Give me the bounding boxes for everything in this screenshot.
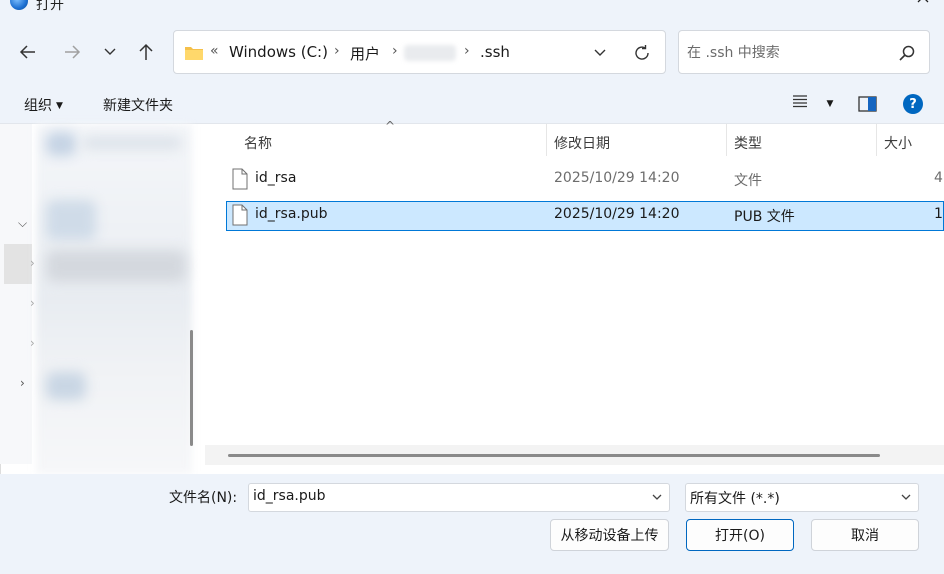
file-name: id_rsa.pub	[255, 206, 328, 222]
caret-down-icon: ▼	[826, 99, 834, 109]
window-title: 打开	[36, 0, 64, 13]
redacted-nav-item	[46, 250, 186, 282]
help-icon[interactable]: ?	[903, 94, 923, 114]
chevron-right-icon[interactable]: ›	[30, 336, 35, 350]
file-row-selected[interactable]: id_rsa.pub 2025/10/29 14:20 PUB 文件 1	[226, 201, 944, 231]
preview-pane-icon[interactable]	[858, 96, 877, 112]
command-bar: 组织 ▼ 新建文件夹 ▼ ?	[0, 84, 944, 124]
filename-value[interactable]: id_rsa.pub	[253, 488, 326, 504]
column-divider[interactable]	[546, 124, 547, 156]
file-date-modified: 2025/10/29 14:20	[554, 206, 680, 222]
cancel-button[interactable]: 取消	[811, 519, 919, 551]
back-button[interactable]	[14, 38, 42, 66]
overflow-indicator[interactable]: «	[210, 43, 219, 59]
arrow-left-icon	[19, 45, 35, 59]
column-divider[interactable]	[726, 124, 727, 156]
filename-field[interactable]: id_rsa.pub	[248, 483, 670, 512]
column-header-date-modified[interactable]: 修改日期	[554, 133, 610, 153]
search-box[interactable]	[678, 30, 930, 74]
breadcrumb-separator[interactable]: ›	[392, 43, 398, 59]
chevron-right-icon[interactable]: ›	[20, 376, 25, 390]
breadcrumb-ssh[interactable]: .ssh	[480, 43, 510, 61]
up-button[interactable]	[132, 38, 160, 66]
file-type: PUB 文件	[734, 209, 795, 225]
address-history-button[interactable]	[588, 41, 612, 65]
file-icon	[232, 168, 248, 190]
column-divider[interactable]	[876, 124, 877, 156]
horizontal-scrollbar-thumb[interactable]	[228, 454, 880, 457]
file-type: 文件	[734, 173, 762, 189]
close-icon[interactable]	[912, 0, 934, 10]
breadcrumb-users[interactable]: 用户	[350, 43, 380, 64]
chevron-down-icon	[901, 494, 911, 500]
breadcrumb-separator[interactable]: ›	[464, 43, 470, 59]
breadcrumb-drive[interactable]: Windows (C:)	[229, 43, 328, 61]
file-name: id_rsa	[255, 170, 297, 186]
folder-icon	[185, 47, 203, 60]
navigation-pane-gutter	[0, 124, 32, 464]
upload-from-mobile-button[interactable]: 从移动设备上传	[550, 519, 669, 551]
redacted-nav-item	[46, 132, 76, 156]
chevron-right-icon[interactable]: ›	[30, 256, 35, 270]
column-header-name[interactable]: 名称	[244, 133, 272, 153]
filename-label: 文件名(N):	[169, 490, 238, 506]
search-input[interactable]	[687, 42, 887, 64]
file-type-filter-value: 所有文件 (*.*)	[690, 491, 780, 507]
title-bar: 打开	[0, 0, 944, 20]
search-icon[interactable]	[897, 43, 917, 63]
redacted-username	[404, 45, 456, 61]
chevron-down-icon	[104, 48, 116, 55]
navigation-pane-selected-item[interactable]	[4, 244, 32, 284]
organize-label: 组织	[24, 98, 52, 114]
file-icon	[232, 204, 248, 226]
refresh-button[interactable]	[630, 41, 654, 65]
organize-menu[interactable]: 组织 ▼	[24, 95, 63, 115]
new-folder-button[interactable]: 新建文件夹	[103, 95, 173, 115]
file-row[interactable]: id_rsa 2025/10/29 14:20 文件 4	[226, 165, 944, 195]
recent-locations-button[interactable]	[96, 38, 124, 66]
refresh-icon	[635, 45, 649, 60]
column-header-type[interactable]: 类型	[734, 133, 762, 153]
address-bar[interactable]: « Windows (C:) › 用户 › › .ssh	[173, 30, 666, 74]
list-view-icon	[793, 95, 807, 108]
file-size: 1	[934, 206, 943, 222]
chevron-right-icon[interactable]: ›	[30, 296, 35, 310]
chevron-down-icon[interactable]: ⌵	[18, 216, 27, 231]
file-size: 4	[934, 170, 943, 186]
redacted-nav-item	[46, 372, 86, 400]
open-button[interactable]: 打开(O)	[686, 519, 794, 551]
redacted-nav-item	[82, 136, 182, 150]
navigation-pane-scrollbar[interactable]	[190, 330, 193, 446]
file-type-filter[interactable]: 所有文件 (*.*)	[685, 483, 919, 512]
navigation-pane-blurred-content	[36, 124, 192, 474]
redacted-nav-item	[46, 200, 96, 240]
arrow-up-icon	[139, 43, 153, 60]
app-icon	[10, 0, 28, 10]
file-date-modified: 2025/10/29 14:20	[554, 170, 680, 186]
breadcrumb-separator[interactable]: ›	[334, 43, 340, 59]
chevron-down-icon[interactable]	[651, 491, 663, 503]
chevron-down-icon	[594, 49, 606, 56]
sort-ascending-icon: ^	[385, 119, 396, 133]
arrow-right-icon	[65, 45, 81, 59]
column-header-size[interactable]: 大小	[884, 133, 912, 153]
caret-down-icon: ▼	[56, 101, 63, 111]
forward-button[interactable]	[58, 38, 86, 66]
view-options-button[interactable]: ▼	[792, 94, 833, 112]
